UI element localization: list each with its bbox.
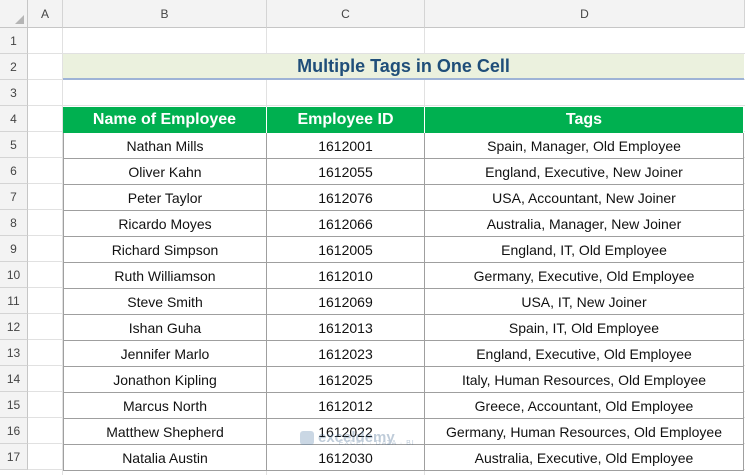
column-header-d[interactable]: D xyxy=(425,0,745,28)
row-header-9[interactable]: 9 xyxy=(0,236,28,262)
employee-id-cell[interactable]: 1612010 xyxy=(267,263,425,289)
employee-name-cell[interactable]: Nathan Mills xyxy=(63,133,267,159)
employee-name-cell[interactable]: Peter Taylor xyxy=(63,185,267,211)
employee-id-cell[interactable]: 1612013 xyxy=(267,315,425,341)
row-header-12[interactable]: 12 xyxy=(0,314,28,340)
tags-cell[interactable]: Spain, Manager, Old Employee xyxy=(425,133,744,159)
tags-cell[interactable]: Germany, Executive, Old Employee xyxy=(425,263,744,289)
row-header-1[interactable]: 1 xyxy=(0,28,28,54)
employee-id-cell[interactable]: 1612076 xyxy=(267,185,425,211)
tags-cell[interactable]: England, Executive, Old Employee xyxy=(425,341,744,367)
row-header-11[interactable]: 11 xyxy=(0,288,28,314)
employee-name-cell[interactable]: Marcus North xyxy=(63,393,267,419)
header-employee-id[interactable]: Employee ID xyxy=(267,107,425,133)
row-header-5[interactable]: 5 xyxy=(0,132,28,158)
row-header-10[interactable]: 10 xyxy=(0,262,28,288)
tags-cell[interactable]: Australia, Manager, New Joiner xyxy=(425,211,744,237)
spreadsheet-grid[interactable]: A B C D 1 2 3 4 5 6 7 8 9 10 11 12 13 14 15 16 17 Multip… xyxy=(0,0,745,475)
gridline-horizontal xyxy=(28,105,745,106)
employee-name-cell[interactable]: Ricardo Moyes xyxy=(63,211,267,237)
tags-cell[interactable]: Italy, Human Resources, Old Employee xyxy=(425,367,744,393)
employee-name-cell[interactable]: Ruth Williamson xyxy=(63,263,267,289)
row-header-2[interactable]: 2 xyxy=(0,54,28,80)
header-name-of-employee[interactable]: Name of Employee xyxy=(63,107,267,133)
select-all-triangle-icon xyxy=(15,15,24,24)
row-header-15[interactable]: 15 xyxy=(0,392,28,418)
row-header-6[interactable]: 6 xyxy=(0,158,28,184)
employee-name-cell[interactable]: Matthew Shepherd xyxy=(63,419,267,445)
employee-id-cell[interactable]: 1612066 xyxy=(267,211,425,237)
column-header-c[interactable]: C xyxy=(267,0,425,28)
row-header-7[interactable]: 7 xyxy=(0,184,28,210)
employee-id-cell[interactable]: 1612069 xyxy=(267,289,425,315)
employee-id-cell[interactable]: 1612025 xyxy=(267,367,425,393)
employee-name-cell[interactable]: Natalia Austin xyxy=(63,445,267,471)
employee-id-cell[interactable]: 1612005 xyxy=(267,237,425,263)
column-header-a[interactable]: A xyxy=(28,0,63,28)
row-header-8[interactable]: 8 xyxy=(0,210,28,236)
employee-id-cell[interactable]: 1612001 xyxy=(267,133,425,159)
sheet-title[interactable]: Multiple Tags in One Cell xyxy=(63,54,744,80)
row-header-16[interactable]: 16 xyxy=(0,418,28,444)
tags-cell[interactable]: Greece, Accountant, Old Employee xyxy=(425,393,744,419)
tags-cell[interactable]: England, Executive, New Joiner xyxy=(425,159,744,185)
employee-name-cell[interactable]: Steve Smith xyxy=(63,289,267,315)
employee-name-cell[interactable]: Ishan Guha xyxy=(63,315,267,341)
tags-cell[interactable]: Germany, Human Resources, Old Employee xyxy=(425,419,744,445)
tags-cell[interactable]: Spain, IT, Old Employee xyxy=(425,315,744,341)
tags-cell[interactable]: USA, Accountant, New Joiner xyxy=(425,185,744,211)
tags-cell[interactable]: Australia, Executive, Old Employee xyxy=(425,445,744,471)
header-tags[interactable]: Tags xyxy=(425,107,744,133)
employee-id-cell[interactable]: 1612055 xyxy=(267,159,425,185)
column-header-b[interactable]: B xyxy=(63,0,267,28)
row-header-4[interactable]: 4 xyxy=(0,106,28,132)
tags-cell[interactable]: USA, IT, New Joiner xyxy=(425,289,744,315)
row-header-13[interactable]: 13 xyxy=(0,340,28,366)
employee-id-cell[interactable]: 1612023 xyxy=(267,341,425,367)
employee-name-cell[interactable]: Jonathon Kipling xyxy=(63,367,267,393)
employee-id-cell[interactable]: 1612030 xyxy=(267,445,425,471)
employee-name-cell[interactable]: Oliver Kahn xyxy=(63,159,267,185)
row-header-3[interactable]: 3 xyxy=(0,80,28,106)
select-all-corner[interactable] xyxy=(0,0,28,28)
row-header-14[interactable]: 14 xyxy=(0,366,28,392)
row-header-17[interactable]: 17 xyxy=(0,444,28,470)
employee-name-cell[interactable]: Richard Simpson xyxy=(63,237,267,263)
employee-id-cell[interactable]: 1612022 xyxy=(267,419,425,445)
employee-id-cell[interactable]: 1612012 xyxy=(267,393,425,419)
tags-cell[interactable]: England, IT, Old Employee xyxy=(425,237,744,263)
employee-name-cell[interactable]: Jennifer Marlo xyxy=(63,341,267,367)
